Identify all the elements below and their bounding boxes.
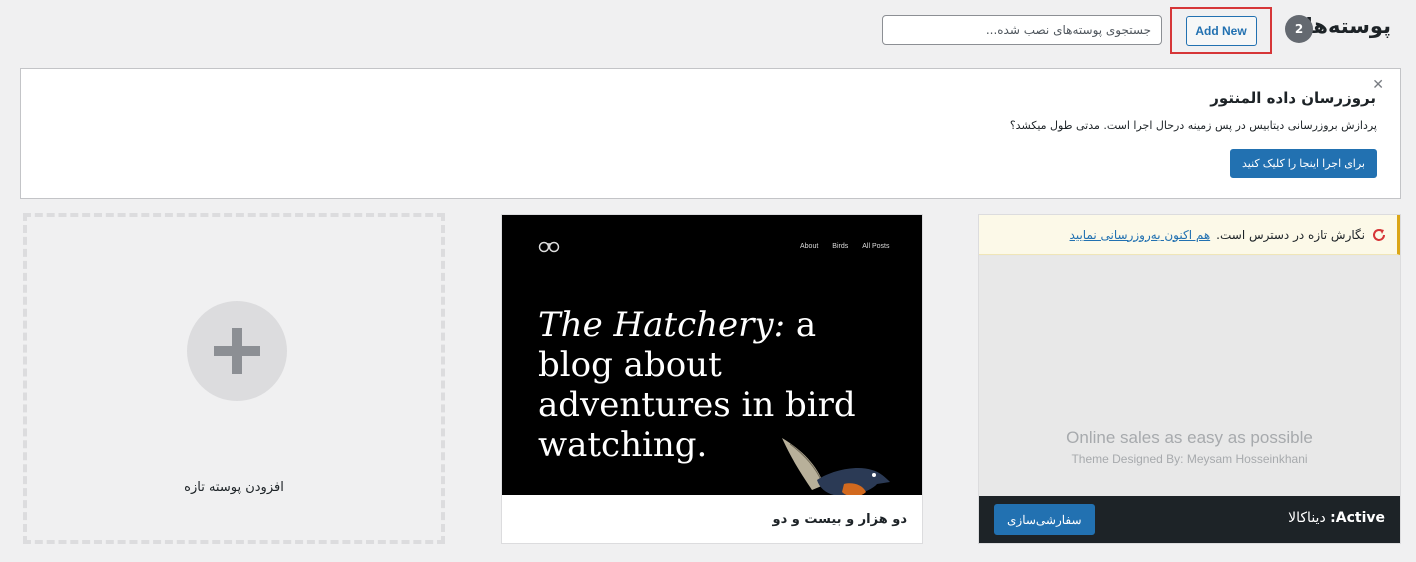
bird-illustration xyxy=(782,438,890,495)
binoculars-icon xyxy=(538,241,560,253)
screenshot-nav-item: All Posts xyxy=(862,243,890,250)
add-new-theme-card[interactable]: افزودن پوسته تازه xyxy=(23,213,445,544)
screenshot-nav-item: Birds xyxy=(832,243,849,250)
active-theme-bar: Active: دیناکالا سفارشی‌سازی xyxy=(979,496,1400,543)
add-new-highlight: Add New xyxy=(1170,7,1272,54)
page-title: پوسته‌ها xyxy=(1305,14,1391,38)
notice-title: بروزرسان داده المنتور xyxy=(1210,89,1376,107)
add-new-theme-label: افزودن پوسته تازه xyxy=(184,480,284,495)
search-themes-input[interactable] xyxy=(882,15,1162,45)
update-icon xyxy=(1373,228,1385,241)
headline-italic: The Hatchery: xyxy=(538,305,786,345)
run-update-button[interactable]: برای اجرا اینجا را کلیک کنید xyxy=(1229,149,1377,178)
screenshot-heading: Online sales as easy as possible xyxy=(1066,428,1313,447)
add-new-button[interactable]: Add New xyxy=(1185,15,1257,46)
update-available-bar: نگارش تازه در دسترس است. هم اکنون به‌روز… xyxy=(979,215,1400,255)
update-text: نگارش تازه در دسترس است. xyxy=(1216,227,1365,242)
active-theme-name: Active: دیناکالا xyxy=(1288,510,1385,526)
notice-text: پردازش بروزرسانی دیتابیس در پس زمینه درح… xyxy=(1009,119,1377,132)
update-now-link[interactable]: هم اکنون به‌روزرسانی نمایید xyxy=(1070,228,1211,242)
screenshot-subheading: Theme Designed By: Meysam Hosseinkhani xyxy=(1071,452,1308,466)
active-theme-title: دیناکالا xyxy=(1288,510,1326,526)
theme-screenshot: About Birds All Posts The Hatchery: a bl… xyxy=(502,215,922,495)
active-theme-screenshot: Online sales as easy as possible Theme D… xyxy=(979,256,1400,496)
theme-card[interactable]: About Birds All Posts The Hatchery: a bl… xyxy=(501,214,923,544)
screenshot-nav-item: About xyxy=(800,243,819,250)
customize-button[interactable]: سفارشی‌سازی xyxy=(994,504,1095,535)
theme-count-badge: 2 xyxy=(1285,15,1313,43)
active-theme-card[interactable]: نگارش تازه در دسترس است. هم اکنون به‌روز… xyxy=(978,214,1401,544)
plus-icon xyxy=(187,301,287,401)
screenshot-nav: About Birds All Posts xyxy=(800,243,889,250)
elementor-update-notice: ✕ بروزرسان داده المنتور پردازش بروزرسانی… xyxy=(20,68,1401,199)
active-label: Active: xyxy=(1330,510,1385,526)
theme-name: دو هزار و بیست و دو xyxy=(502,495,922,543)
